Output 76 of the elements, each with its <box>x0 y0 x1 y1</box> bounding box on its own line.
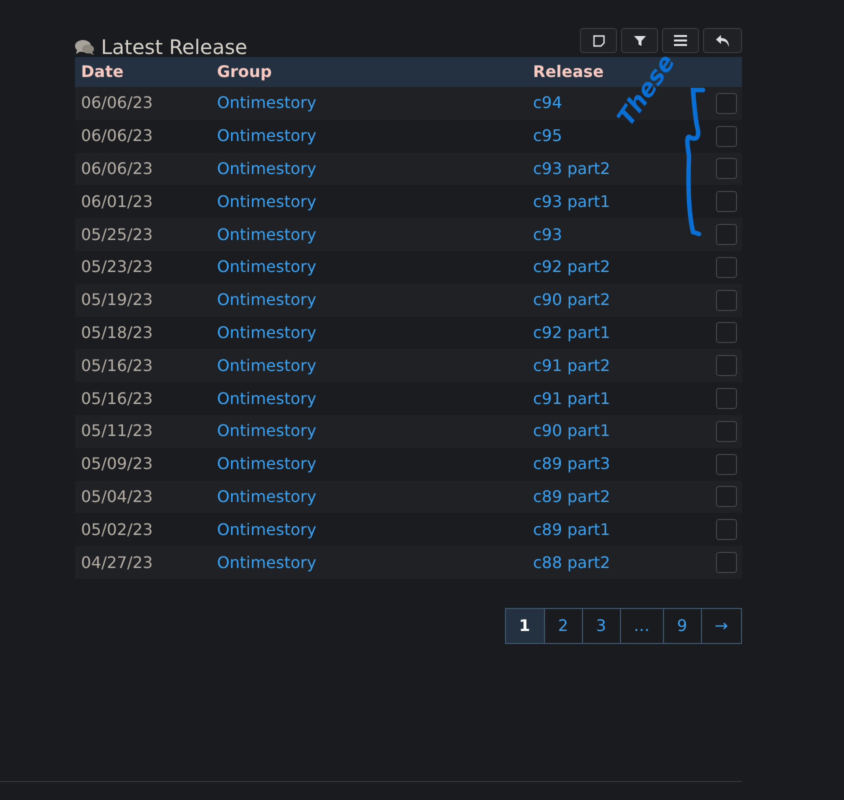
date-cell: 05/18/23 <box>75 316 211 350</box>
date-cell: 05/25/23 <box>75 218 211 251</box>
checkbox[interactable] <box>716 92 737 114</box>
back-button[interactable] <box>703 28 742 53</box>
group-link[interactable]: Ontimestory <box>211 382 527 415</box>
group-link[interactable]: Ontimestory <box>211 546 527 579</box>
checkbox[interactable] <box>716 519 737 540</box>
group-link[interactable]: Ontimestory <box>211 120 527 153</box>
filter-button[interactable] <box>621 28 658 53</box>
note-icon <box>592 34 604 46</box>
release-link[interactable]: c93 <box>527 218 712 251</box>
checkbox[interactable] <box>716 290 737 311</box>
release-link[interactable]: c88 part2 <box>527 546 712 579</box>
checkbox[interactable] <box>716 552 737 574</box>
group-link[interactable]: Ontimestory <box>211 349 527 382</box>
filter-icon <box>634 34 646 46</box>
release-link[interactable]: c92 part2 <box>527 250 712 284</box>
page-button[interactable]: → <box>700 608 741 643</box>
date-cell: 05/16/23 <box>75 382 211 415</box>
release-link[interactable]: c93 part1 <box>527 185 712 218</box>
group-link[interactable]: Ontimestory <box>211 316 527 350</box>
page-button[interactable]: 2 <box>544 608 582 643</box>
page-button[interactable]: 3 <box>582 608 620 643</box>
release-link[interactable]: c92 part1 <box>527 316 712 350</box>
date-cell: 04/27/23 <box>75 546 211 579</box>
date-cell: 05/19/23 <box>75 284 211 317</box>
date-cell: 05/09/23 <box>75 448 211 481</box>
checkbox[interactable] <box>716 388 737 410</box>
group-link[interactable]: Ontimestory <box>211 218 527 251</box>
date-cell: 05/23/23 <box>75 250 211 284</box>
column-header: Date <box>75 57 211 87</box>
page-button[interactable]: 9 <box>662 608 701 643</box>
date-cell: 06/06/23 <box>75 152 211 186</box>
group-link[interactable]: Ontimestory <box>211 152 527 186</box>
release-link[interactable]: c93 part2 <box>527 152 712 186</box>
date-cell: 05/04/23 <box>75 480 211 514</box>
chat-bubbles-icon <box>75 39 95 55</box>
checkbox[interactable] <box>716 454 737 475</box>
group-link[interactable]: Ontimestory <box>211 250 527 284</box>
checkbox[interactable] <box>716 158 737 180</box>
date-cell: 06/06/23 <box>75 87 211 120</box>
date-cell: 05/02/23 <box>75 513 211 546</box>
column-header: Group <box>211 57 527 87</box>
group-link[interactable]: Ontimestory <box>211 284 527 317</box>
group-link[interactable]: Ontimestory <box>211 414 527 448</box>
release-link[interactable]: c89 part2 <box>527 480 712 514</box>
group-link[interactable]: Ontimestory <box>211 448 527 481</box>
date-cell: 05/11/23 <box>75 414 211 448</box>
checkbox[interactable] <box>716 486 737 508</box>
reply-arrow-icon <box>716 34 730 46</box>
menu-button[interactable] <box>662 28 699 53</box>
group-link[interactable]: Ontimestory <box>211 87 527 120</box>
release-link[interactable]: c91 part1 <box>527 382 712 415</box>
group-link[interactable]: Ontimestory <box>211 480 527 514</box>
checkbox[interactable] <box>716 322 737 344</box>
date-cell: 05/16/23 <box>75 349 211 382</box>
release-link[interactable]: c91 part2 <box>527 349 712 382</box>
group-link[interactable]: Ontimestory <box>211 513 527 546</box>
date-cell: 06/06/23 <box>75 120 211 153</box>
section-title: Latest Release <box>101 37 248 57</box>
checkbox[interactable] <box>716 224 737 246</box>
checkbox[interactable] <box>716 126 737 147</box>
menu-icon <box>674 35 687 46</box>
release-link[interactable]: c89 part3 <box>527 448 712 481</box>
date-cell: 06/01/23 <box>75 185 211 218</box>
release-link[interactable]: c90 part2 <box>527 284 712 317</box>
page-button[interactable]: 1 <box>506 608 544 643</box>
group-link[interactable]: Ontimestory <box>211 185 527 218</box>
release-link[interactable]: c90 part1 <box>527 414 712 448</box>
checkbox[interactable] <box>716 256 737 278</box>
release-link[interactable]: c89 part1 <box>527 513 712 546</box>
checkbox[interactable] <box>716 420 737 442</box>
page-button[interactable]: … <box>620 608 663 643</box>
checkbox[interactable] <box>716 355 737 376</box>
checkbox[interactable] <box>716 191 737 212</box>
note-button[interactable] <box>580 28 617 53</box>
